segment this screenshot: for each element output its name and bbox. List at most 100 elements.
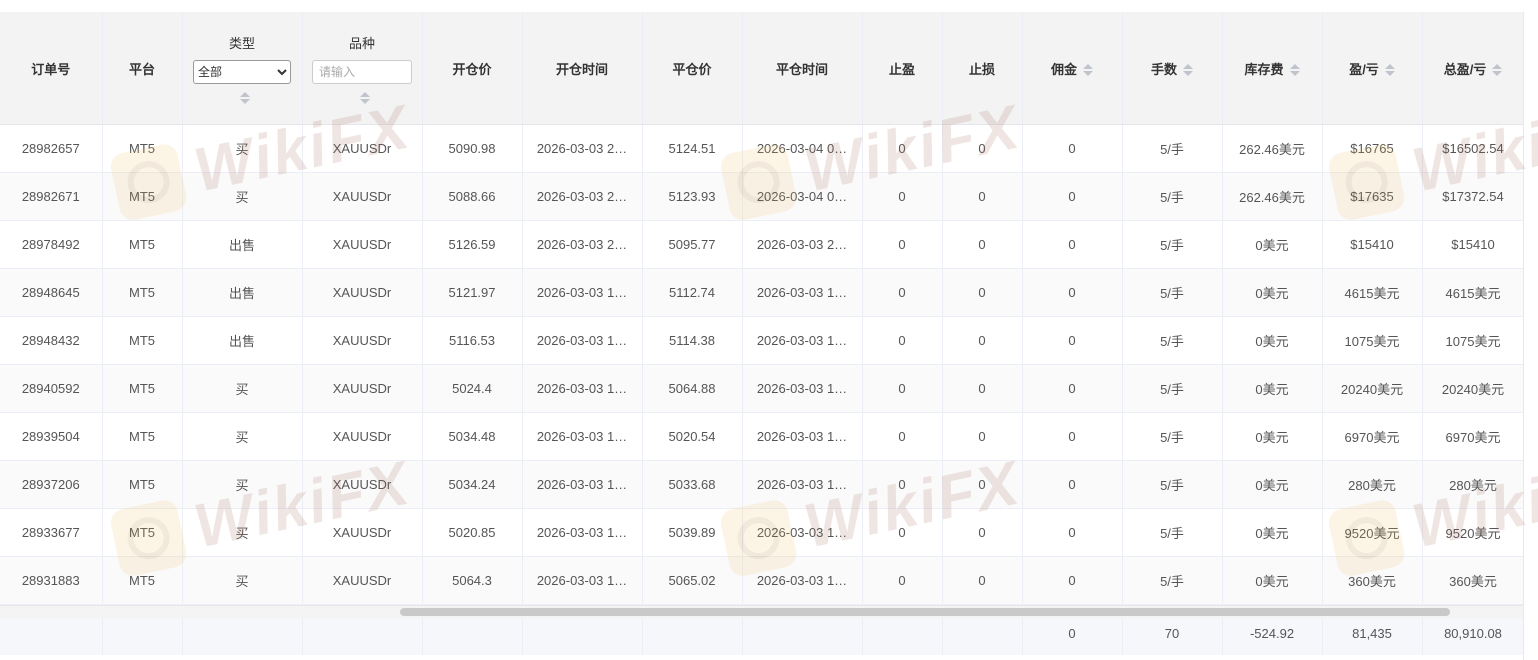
horizontal-scrollbar-thumb[interactable] (400, 608, 1450, 616)
cell-swap: 0美元 (1222, 556, 1323, 605)
cell-platform: MT5 (102, 268, 183, 317)
lots-sort-icon[interactable] (1183, 64, 1193, 77)
cell-total: 280美元 (1422, 460, 1525, 509)
cell-platform: MT5 (102, 364, 183, 413)
cell-order: 28931883 (0, 556, 103, 605)
cell-commission: 0 (1022, 220, 1123, 269)
cell-type: 买 (182, 556, 303, 605)
cell-close-price: 5039.89 (642, 508, 743, 557)
cell-order: 28948432 (0, 316, 103, 365)
vertical-scrollbar[interactable] (1523, 12, 1538, 660)
col-pnl[interactable]: 盈/亏 (1322, 12, 1423, 125)
sort-down-icon[interactable] (360, 98, 370, 104)
cell-platform: MT5 (102, 556, 183, 605)
cell-close-time: 2026-03-03 1… (742, 412, 863, 461)
commission-sort-icon[interactable] (1083, 64, 1093, 77)
cell-type: 买 (182, 172, 303, 221)
col-total-pnl-label: 总盈/亏 (1443, 61, 1487, 77)
cell-pnl: 360美元 (1322, 556, 1423, 605)
col-type-label: 类型 (228, 35, 255, 51)
pnl-sort-icon[interactable] (1384, 64, 1395, 77)
table-row[interactable]: 28948432 MT5 出售 XAUUSDr 5116.53 2026-03-… (0, 316, 1525, 365)
table-row[interactable]: 28948645 MT5 出售 XAUUSDr 5121.97 2026-03-… (0, 268, 1525, 317)
cell-symbol: XAUUSDr (302, 364, 423, 413)
cell-close-price: 5112.74 (642, 268, 743, 317)
col-close-time: 平仓时间 (742, 12, 863, 125)
col-open-price: 开仓价 (422, 12, 523, 125)
cell-open-time: 2026-03-03 1… (522, 364, 643, 413)
cell-swap: 0美元 (1222, 508, 1323, 557)
cell-commission: 0 (1022, 460, 1123, 509)
col-platform: 平台 (102, 12, 183, 125)
cell-symbol: XAUUSDr (302, 508, 423, 557)
col-lots[interactable]: 手数 (1122, 12, 1223, 125)
cell-platform: MT5 (102, 124, 183, 173)
table-row[interactable]: 28978492 MT5 出售 XAUUSDr 5126.59 2026-03-… (0, 220, 1525, 269)
cell-swap: 0美元 (1222, 460, 1323, 509)
table-row[interactable]: 28933677 MT5 买 XAUUSDr 5020.85 2026-03-0… (0, 508, 1525, 557)
cell-symbol: XAUUSDr (302, 460, 423, 509)
col-open-time: 开仓时间 (522, 12, 643, 125)
cell-total: 1075美元 (1422, 316, 1525, 365)
table-row[interactable]: 28939504 MT5 买 XAUUSDr 5034.48 2026-03-0… (0, 412, 1525, 461)
cell-sl: 0 (942, 556, 1023, 605)
cell-lots: 5/手 (1122, 172, 1223, 221)
cell-sl: 0 (942, 268, 1023, 317)
table-row[interactable]: 28982657 MT5 买 XAUUSDr 5090.98 2026-03-0… (0, 124, 1525, 173)
sort-up-icon[interactable] (360, 91, 370, 97)
col-swap[interactable]: 库存费 (1222, 12, 1323, 125)
col-open-time-label: 开仓时间 (555, 61, 608, 77)
cell-open-price: 5116.53 (422, 316, 523, 365)
table-row[interactable]: 28982671 MT5 买 XAUUSDr 5088.66 2026-03-0… (0, 172, 1525, 221)
cell-commission: 0 (1022, 364, 1123, 413)
table-row[interactable]: 28937206 MT5 买 XAUUSDr 5034.24 2026-03-0… (0, 460, 1525, 509)
cell-type: 买 (182, 508, 303, 557)
cell-commission: 0 (1022, 508, 1123, 557)
col-commission[interactable]: 佣金 (1022, 12, 1123, 125)
cell-total: $16502.54 (1422, 124, 1525, 173)
symbol-filter-input[interactable] (312, 59, 412, 84)
cell-close-price: 5124.51 (642, 124, 743, 173)
cell-swap: 0美元 (1222, 268, 1323, 317)
cell-lots: 5/手 (1122, 412, 1223, 461)
col-open-price-label: 开仓价 (452, 61, 492, 77)
trade-history-table: 订单号 平台 类型 全部 品种 开仓价 开仓时间 平仓价 平仓 (0, 12, 1525, 655)
col-stop-loss-label: 止损 (968, 61, 995, 77)
cell-sl: 0 (942, 508, 1023, 557)
cell-commission: 0 (1022, 412, 1123, 461)
sort-up-icon[interactable] (240, 91, 250, 97)
cell-tp: 0 (862, 508, 943, 557)
cell-pnl: 280美元 (1322, 460, 1423, 509)
cell-open-price: 5126.59 (422, 220, 523, 269)
cell-order: 28933677 (0, 508, 103, 557)
table-row[interactable]: 28940592 MT5 买 XAUUSDr 5024.4 2026-03-03… (0, 364, 1525, 413)
cell-close-time: 2026-03-03 1… (742, 316, 863, 365)
cell-total: $17372.54 (1422, 172, 1525, 221)
cell-total: 20240美元 (1422, 364, 1525, 413)
col-symbol-label: 品种 (348, 35, 375, 51)
table-row[interactable]: 28931883 MT5 买 XAUUSDr 5064.3 2026-03-03… (0, 556, 1525, 605)
total-pnl-sort-icon[interactable] (1492, 64, 1503, 77)
col-take-profit: 止盈 (862, 12, 943, 125)
col-total-pnl[interactable]: 总盈/亏 (1422, 12, 1525, 125)
col-platform-label: 平台 (128, 61, 155, 77)
cell-close-price: 5064.88 (642, 364, 743, 413)
symbol-sort[interactable] (311, 91, 414, 104)
cell-total: $15410 (1422, 220, 1525, 269)
cell-open-time: 2026-03-03 1… (522, 556, 643, 605)
cell-commission: 0 (1022, 556, 1123, 605)
col-close-time-label: 平仓时间 (775, 61, 828, 77)
cell-open-time: 2026-03-03 1… (522, 268, 643, 317)
cell-sl: 0 (942, 364, 1023, 413)
cell-order: 28948645 (0, 268, 103, 317)
cell-type: 出售 (182, 268, 303, 317)
swap-sort-icon[interactable] (1289, 64, 1300, 77)
cell-type: 出售 (182, 220, 303, 269)
cell-type: 买 (182, 412, 303, 461)
sort-down-icon[interactable] (240, 98, 250, 104)
type-filter-select[interactable]: 全部 (193, 59, 291, 84)
cell-tp: 0 (862, 460, 943, 509)
cell-close-time: 2026-03-03 1… (742, 508, 863, 557)
cell-pnl: $15410 (1322, 220, 1423, 269)
type-sort[interactable] (191, 91, 294, 104)
